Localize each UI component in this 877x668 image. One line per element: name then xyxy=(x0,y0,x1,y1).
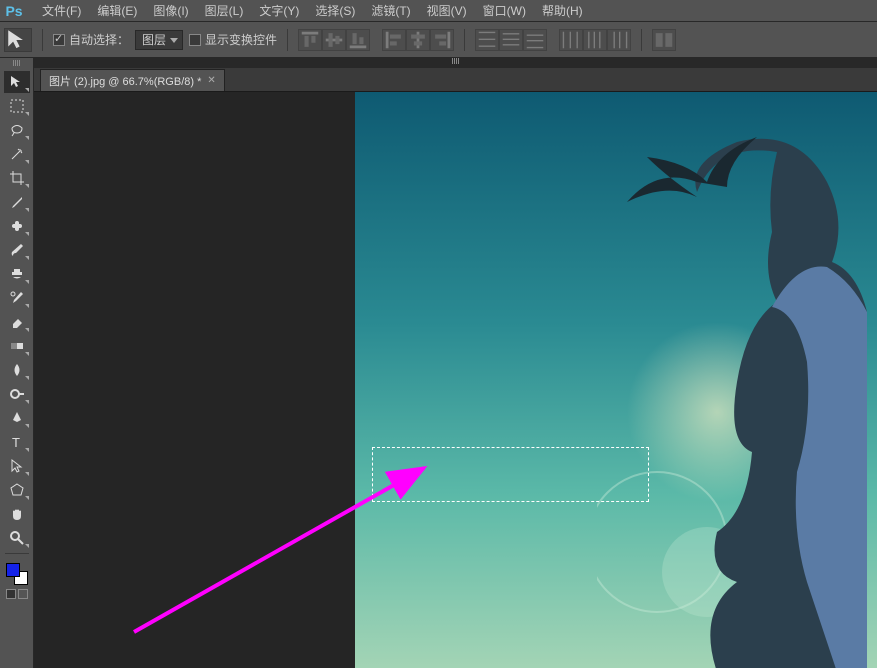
marquee-tool[interactable] xyxy=(4,95,30,117)
workspace: T 图片 (2).jpg @ 66.7%(RGB/8) * ✕ xyxy=(0,58,877,668)
distribute-hcenter-icon[interactable] xyxy=(583,29,607,51)
separator xyxy=(464,29,465,51)
panel-grip-icon[interactable] xyxy=(2,60,32,68)
align-left-edges-icon[interactable] xyxy=(382,29,406,51)
auto-select-dropdown[interactable]: 图层 xyxy=(135,30,183,50)
show-transform-checkbox[interactable]: 显示变换控件 xyxy=(189,31,277,48)
separator xyxy=(42,29,43,51)
separator xyxy=(641,29,642,51)
eyedropper-tool[interactable] xyxy=(4,191,30,213)
menu-bar: Ps 文件(F) 编辑(E) 图像(I) 图层(L) 文字(Y) 选择(S) 滤… xyxy=(0,0,877,22)
show-transform-label: 显示变换控件 xyxy=(205,31,277,48)
menu-edit[interactable]: 编辑(E) xyxy=(89,0,145,21)
path-select-tool[interactable] xyxy=(4,455,30,477)
distribute-top-icon[interactable] xyxy=(475,29,499,51)
gradient-tool[interactable] xyxy=(4,335,30,357)
hand-tool[interactable] xyxy=(4,503,30,525)
annotation-arrow xyxy=(34,92,877,668)
align-hcenter-icon[interactable] xyxy=(406,29,430,51)
move-tool-indicator-icon[interactable] xyxy=(4,28,32,52)
clone-stamp-tool[interactable] xyxy=(4,263,30,285)
align-top-edges-icon[interactable] xyxy=(298,29,322,51)
color-swatch[interactable] xyxy=(4,561,30,587)
blur-tool[interactable] xyxy=(4,359,30,381)
distribute-right-icon[interactable] xyxy=(607,29,631,51)
align-horiz-group xyxy=(382,29,454,51)
canvas-area: 图片 (2).jpg @ 66.7%(RGB/8) * ✕ xyxy=(34,58,877,668)
auto-select-label: 自动选择： xyxy=(69,31,129,48)
distribute-vert-group xyxy=(475,29,547,51)
align-vcenter-icon[interactable] xyxy=(322,29,346,51)
shape-tool[interactable] xyxy=(4,479,30,501)
menu-file[interactable]: 文件(F) xyxy=(34,0,89,21)
screenmode-toggle[interactable] xyxy=(18,589,28,599)
foreground-color-swatch[interactable] xyxy=(6,563,20,577)
auto-select-checkbox[interactable]: 自动选择： xyxy=(53,31,129,48)
menu-type[interactable]: 文字(Y) xyxy=(251,0,307,21)
menu-image[interactable]: 图像(I) xyxy=(145,0,196,21)
menu-filter[interactable]: 滤镜(T) xyxy=(363,0,418,21)
quickmask-screenmode xyxy=(6,589,28,599)
close-icon[interactable]: ✕ xyxy=(207,75,215,86)
eraser-tool[interactable] xyxy=(4,311,30,333)
separator xyxy=(287,29,288,51)
menu-view[interactable]: 视图(V) xyxy=(419,0,475,21)
separator xyxy=(5,553,29,554)
distribute-left-icon[interactable] xyxy=(559,29,583,51)
menu-window[interactable]: 窗口(W) xyxy=(475,0,534,21)
document-tab-label: 图片 (2).jpg @ 66.7%(RGB/8) * xyxy=(49,73,201,89)
align-top-group xyxy=(298,29,370,51)
checkbox-icon xyxy=(53,34,65,46)
menu-select[interactable]: 选择(S) xyxy=(307,0,363,21)
dodge-tool[interactable] xyxy=(4,383,30,405)
menu-layer[interactable]: 图层(L) xyxy=(197,0,252,21)
pen-tool[interactable] xyxy=(4,407,30,429)
options-bar: 自动选择： 图层 显示变换控件 xyxy=(0,22,877,58)
app-logo: Ps xyxy=(2,2,26,20)
tools-panel: T xyxy=(0,58,34,668)
viewport[interactable] xyxy=(34,92,877,668)
svg-text:T: T xyxy=(12,435,20,450)
document-tab-strip: 图片 (2).jpg @ 66.7%(RGB/8) * ✕ xyxy=(34,68,877,92)
crop-tool[interactable] xyxy=(4,167,30,189)
brush-tool[interactable] xyxy=(4,239,30,261)
lasso-tool[interactable] xyxy=(4,119,30,141)
auto-select-value: 图层 xyxy=(142,31,166,48)
type-tool[interactable]: T xyxy=(4,431,30,453)
zoom-tool[interactable] xyxy=(4,527,30,549)
auto-align-icon[interactable] xyxy=(652,29,676,51)
document-tab[interactable]: 图片 (2).jpg @ 66.7%(RGB/8) * ✕ xyxy=(40,69,225,91)
quickmask-toggle[interactable] xyxy=(6,589,16,599)
distribute-vcenter-icon[interactable] xyxy=(499,29,523,51)
menu-help[interactable]: 帮助(H) xyxy=(534,0,591,21)
distribute-horiz-group xyxy=(559,29,631,51)
move-tool[interactable] xyxy=(4,71,30,93)
panel-grip-icon[interactable] xyxy=(34,58,877,66)
history-brush-tool[interactable] xyxy=(4,287,30,309)
align-bottom-edges-icon[interactable] xyxy=(346,29,370,51)
magic-wand-tool[interactable] xyxy=(4,143,30,165)
checkbox-icon xyxy=(189,34,201,46)
healing-brush-tool[interactable] xyxy=(4,215,30,237)
distribute-bottom-icon[interactable] xyxy=(523,29,547,51)
align-right-edges-icon[interactable] xyxy=(430,29,454,51)
